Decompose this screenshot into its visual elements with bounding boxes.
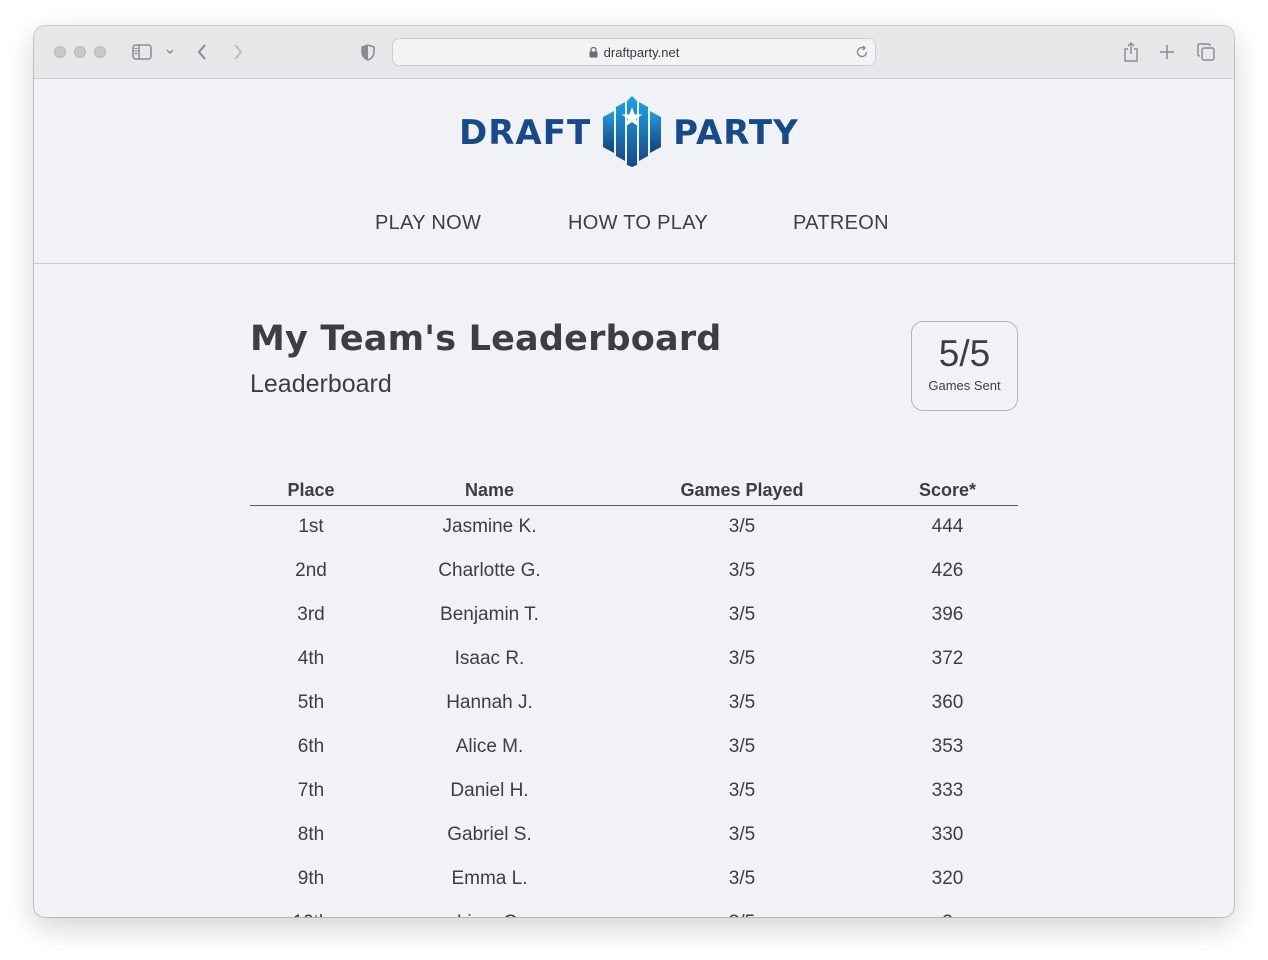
cell-name: Liam C. <box>372 901 607 917</box>
table-row: 9th Emma L. 3/5 320 <box>250 857 1018 901</box>
nav-play-now[interactable]: PLAY NOW <box>375 212 481 235</box>
browser-toolbar: draftparty.net <box>34 26 1234 79</box>
cell-place: 5th <box>297 692 325 713</box>
logo-text-party: PARTY <box>673 113 799 153</box>
leaderboard-table: Place Name Games Played Score* 1st Jasmin… <box>250 477 1018 917</box>
site-header: DRAFT PARTY PLAY NOW HOW TO PLAY PATREON <box>34 79 1234 264</box>
header-score[interactable]: Score* <box>877 477 1018 506</box>
window-minimize-button[interactable] <box>74 46 86 58</box>
window-close-button[interactable] <box>54 46 66 58</box>
browser-window: draftparty.net DRAFT PARTY PLAY NOW HOW … <box>34 26 1234 917</box>
tab-overview-icon[interactable] <box>1194 40 1218 64</box>
cell-games-played: 3/5 <box>728 648 756 669</box>
cell-place: 4th <box>297 648 325 669</box>
cell-place: 6th <box>297 736 325 757</box>
cell-name: Hannah J. <box>446 692 533 713</box>
cell-games-played: 3/5 <box>728 780 756 801</box>
cell-place: 9th <box>297 868 325 889</box>
cell-name: Jasmine K. <box>442 516 537 538</box>
table-row: 8th Gabriel S. 3/5 330 <box>250 813 1018 857</box>
cell-score: 372 <box>931 648 964 669</box>
site-logo[interactable]: DRAFT PARTY <box>459 95 799 172</box>
cell-place: 2nd <box>295 560 327 581</box>
table-row: 3rd Benjamin T. 3/5 396 <box>250 593 1018 637</box>
cell-score: 426 <box>931 560 964 581</box>
cell-score: 353 <box>931 736 964 757</box>
cell-games-played: 3/5 <box>728 868 756 889</box>
cell-score: 3 <box>877 901 1018 917</box>
table-row: 1st Jasmine K. 3/5 444 <box>250 505 1018 549</box>
cell-place: 1st <box>298 516 324 538</box>
cell-games-played: 3/5 <box>728 692 756 713</box>
cell-score: 360 <box>931 692 964 713</box>
forward-arrow-icon[interactable] <box>226 40 250 64</box>
cell-place: 10th <box>250 901 372 917</box>
cell-games-played: 3/5 <box>728 604 756 625</box>
cell-place: 8th <box>297 824 325 845</box>
back-arrow-icon[interactable] <box>190 40 214 64</box>
logo-emblem-icon <box>601 95 663 172</box>
cell-score: 396 <box>931 604 964 625</box>
reload-icon[interactable] <box>855 45 869 59</box>
table-row: 6th Alice M. 3/5 353 <box>250 725 1018 769</box>
table-row: 2nd Charlotte G. 3/5 426 <box>250 549 1018 593</box>
table-row: 4th Isaac R. 3/5 372 <box>250 637 1018 681</box>
cell-score: 444 <box>931 516 964 538</box>
url-text: draftparty.net <box>603 44 680 60</box>
privacy-shield-icon[interactable] <box>356 40 380 64</box>
cell-place: 7th <box>297 780 325 801</box>
cell-games-played: 3/5 <box>728 516 756 538</box>
table-row: 7th Daniel H. 3/5 333 <box>250 769 1018 813</box>
cell-name: Benjamin T. <box>440 604 539 625</box>
table-header-row: Place Name Games Played Score* <box>250 477 1018 506</box>
sidebar-toggle-icon[interactable] <box>130 40 154 64</box>
cell-games-played: 3/5 <box>728 824 756 845</box>
new-tab-plus-icon[interactable] <box>1155 40 1179 64</box>
cell-score: 333 <box>931 780 964 801</box>
window-zoom-button[interactable] <box>94 46 106 58</box>
main-nav: PLAY NOW HOW TO PLAY PATREON <box>34 212 1234 242</box>
cell-score: 330 <box>931 824 964 845</box>
cell-games-played: 3/5 <box>728 736 756 757</box>
share-icon[interactable] <box>1119 40 1143 64</box>
stat-label: Games Sent <box>928 378 1001 393</box>
page-title: My Team's Leaderboard <box>250 319 722 359</box>
header-name[interactable]: Name <box>372 477 607 506</box>
table-row: 5th Hannah J. 3/5 360 <box>250 681 1018 725</box>
cell-place: 3rd <box>297 604 325 625</box>
cell-name: Emma L. <box>451 868 528 889</box>
games-sent-stat: 5/5 Games Sent <box>911 321 1018 411</box>
lock-icon <box>589 46 598 58</box>
stat-value: 5/5 <box>938 333 991 374</box>
cell-score: 320 <box>931 868 964 889</box>
cell-name: Charlotte G. <box>438 560 541 581</box>
cell-name: Gabriel S. <box>447 824 532 845</box>
cell-games-played: 3/5 <box>607 901 877 917</box>
nav-how-to-play[interactable]: HOW TO PLAY <box>568 212 708 235</box>
table-row: 10thLiam C.3/53 <box>250 901 1018 917</box>
cell-name: Daniel H. <box>450 780 529 801</box>
address-bar[interactable]: draftparty.net <box>392 38 876 66</box>
logo-text-draft: DRAFT <box>459 113 592 153</box>
header-place[interactable]: Place <box>250 477 372 506</box>
header-games-played[interactable]: Games Played <box>607 477 877 506</box>
cell-name: Isaac R. <box>454 648 525 669</box>
cell-name: Alice M. <box>455 736 524 757</box>
chevron-down-icon[interactable] <box>158 40 182 64</box>
nav-patreon[interactable]: PATREON <box>793 212 889 235</box>
page-subtitle: Leaderboard <box>250 370 392 398</box>
cell-games-played: 3/5 <box>728 560 756 581</box>
